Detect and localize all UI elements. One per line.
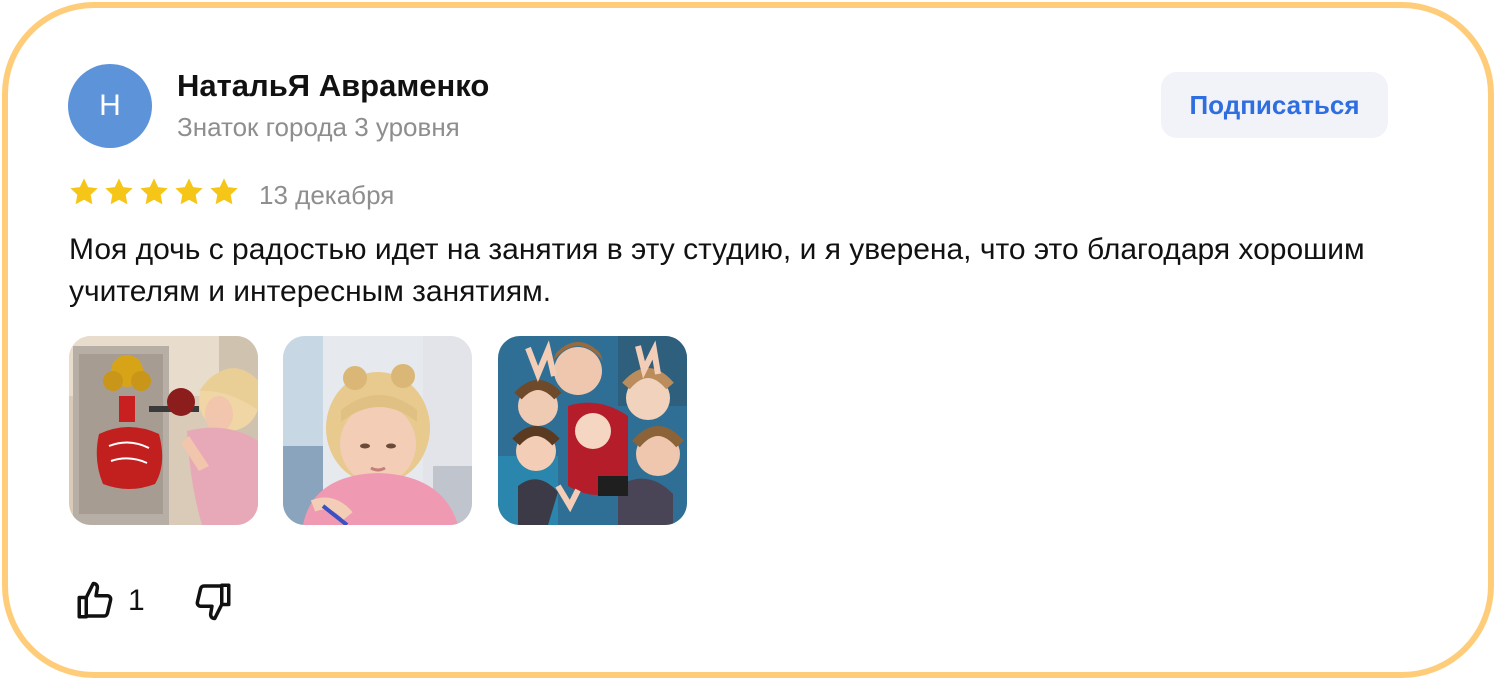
rating-stars xyxy=(68,176,240,208)
review-photo[interactable] xyxy=(498,336,687,525)
thumbs-down-icon xyxy=(195,583,231,621)
review-date: 13 декабря xyxy=(259,180,395,210)
review-photo[interactable] xyxy=(69,336,258,525)
photo-girl-drawing xyxy=(283,336,472,525)
star-icon xyxy=(210,178,238,205)
subscribe-button[interactable]: Подписаться xyxy=(1161,72,1388,138)
author-name[interactable]: НатальЯ Авраменко xyxy=(177,68,489,104)
avatar[interactable]: Н xyxy=(68,64,152,148)
dislike-button[interactable] xyxy=(192,580,234,622)
photo-girl-with-christmas-mailbox xyxy=(69,336,258,525)
star-icon xyxy=(105,178,133,205)
like-count: 1 xyxy=(128,584,145,617)
like-button[interactable]: 1 xyxy=(74,580,145,622)
thumbs-up-icon xyxy=(77,581,113,619)
author-level: Знаток города 3 уровня xyxy=(177,112,460,142)
review-photo[interactable] xyxy=(283,336,472,525)
subscribe-button-label: Подписаться xyxy=(1189,89,1360,120)
photo-group-of-children xyxy=(498,336,687,525)
star-icon xyxy=(140,178,168,205)
star-icon xyxy=(175,178,203,205)
review-text: Моя дочь с радостью идет на занятия в эт… xyxy=(69,233,1365,308)
avatar-initial: Н xyxy=(99,89,121,122)
star-icon xyxy=(70,178,98,205)
